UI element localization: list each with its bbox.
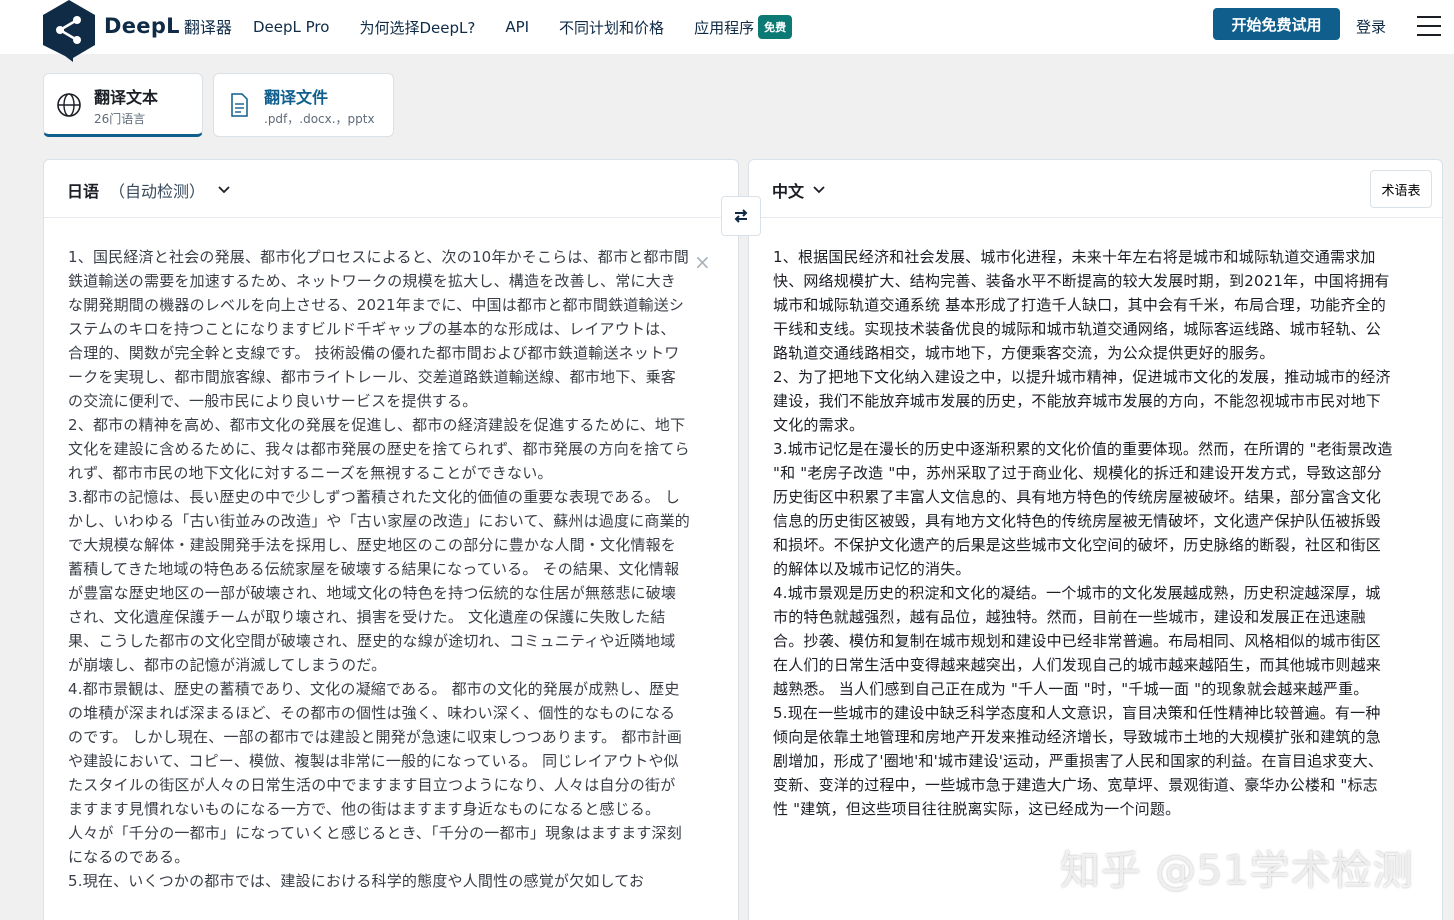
brand-subtitle: 翻译器	[183, 18, 232, 37]
target-paragraph: 5.现在一些城市的建设中缺乏科学态度和人文意识，盲目决策和任性精神比较普遍。有一…	[773, 704, 1384, 818]
tab-translate-text[interactable]: 翻译文本 26门语言	[43, 73, 203, 137]
nav-why-deepl[interactable]: 为何选择DeepL?	[359, 17, 475, 38]
source-panel: 日语 （自动检测） × 1、国民経済と社会の発展、都市化プロセスによると、次の1…	[43, 159, 739, 920]
target-paragraph: 3.城市记忆是在漫长的历史中逐渐积累的文化价值的重要体现。然而，在所谓的 "老街…	[773, 440, 1393, 578]
tab-translate-file-subtitle: .pdf，.docx.，pptx	[264, 112, 375, 126]
deepl-logo-icon[interactable]	[43, 0, 95, 62]
source-language-name: 日语	[67, 182, 100, 201]
source-paragraph: 2、都市の精神を高め、都市文化の発展を促進し、都市の経済建設を促進するために、地…	[68, 416, 690, 482]
tab-translate-text-title: 翻译文本	[94, 88, 159, 107]
source-language-select[interactable]: 日语 （自动检测）	[67, 178, 231, 202]
tab-translate-file-title: 翻译文件	[264, 88, 329, 107]
menu-icon[interactable]	[1417, 16, 1441, 36]
glossary-button[interactable]: 术语表	[1370, 170, 1432, 208]
target-paragraph: 4.城市景观是历史的积淀和文化的凝结。一个城市的文化发展越成熟，历史积淀越深厚，…	[773, 584, 1382, 698]
chevron-down-icon	[813, 186, 825, 194]
source-paragraph: 4.都市景観は、歴史の蓄積であり、文化の凝縮である。 都市の文化的発展が成熟し、…	[68, 680, 683, 866]
target-panel: 中文 术语表 1、根据国民经济和社会发展、城市化进程，未来十年左右将是城市和城际…	[748, 159, 1443, 920]
target-text-output[interactable]: 1、根据国民经济和社会发展、城市化进程，未来十年左右将是城市和城际轨道交通需求加…	[773, 245, 1393, 821]
tab-translate-file[interactable]: 翻译文件 .pdf，.docx.，pptx	[213, 73, 394, 137]
target-panel-header: 中文 术语表	[749, 160, 1442, 218]
source-detect-label: （自动检测）	[109, 182, 206, 201]
top-header: DeepL 翻译器 DeepL Pro 为何选择DeepL? API 不同计划和…	[0, 0, 1454, 62]
nav-pricing[interactable]: 不同计划和价格	[559, 17, 664, 38]
brand[interactable]: DeepL 翻译器	[104, 14, 232, 38]
source-paragraph: 3.都市の記憶は、長い歴史の中で少しずつ蓄積された文化的価値の重要な表現である。…	[68, 488, 691, 674]
chevron-down-icon	[218, 186, 230, 194]
watermark: 知乎 @51学术检测	[1060, 848, 1414, 894]
target-paragraph: 2、为了把地下文化纳入建设之中，以提升城市精神，促进城市文化的发展，推动城市的经…	[773, 368, 1391, 434]
globe-icon	[57, 93, 81, 117]
free-badge: 免费	[758, 15, 793, 39]
nav-apps[interactable]: 应用程序 免费	[694, 15, 793, 39]
nav-apps-label: 应用程序	[694, 18, 755, 37]
target-language-name: 中文	[772, 182, 805, 201]
swap-languages-button[interactable]	[721, 196, 761, 236]
brand-name: DeepL	[104, 14, 180, 38]
source-paragraph: 5.現在、いくつかの都市では、建設における科学的態度や人間性の感覚が欠如してお	[68, 872, 645, 890]
document-icon	[231, 93, 248, 117]
source-text-input[interactable]: 1、国民経済と社会の発展、都市化プロセスによると、次の10年かそこらは、都市と都…	[68, 245, 690, 893]
tab-translate-text-subtitle: 26门语言	[94, 112, 146, 126]
start-free-trial-button[interactable]: 开始免费试用	[1213, 8, 1340, 40]
nav-deepl-pro[interactable]: DeepL Pro	[253, 18, 329, 36]
nav-api[interactable]: API	[505, 18, 529, 36]
main-nav: DeepL Pro 为何选择DeepL? API 不同计划和价格 应用程序 免费	[253, 0, 822, 54]
target-paragraph: 1、根据国民经济和社会发展、城市化进程，未来十年左右将是城市和城际轨道交通需求加…	[773, 248, 1390, 362]
clear-text-icon[interactable]: ×	[694, 250, 711, 274]
target-language-select[interactable]: 中文	[772, 178, 826, 202]
source-panel-header: 日语 （自动检测）	[44, 160, 738, 218]
swap-icon	[734, 209, 748, 223]
login-link[interactable]: 登录	[1356, 16, 1386, 37]
source-paragraph: 1、国民経済と社会の発展、都市化プロセスによると、次の10年かそこらは、都市と都…	[68, 248, 689, 410]
